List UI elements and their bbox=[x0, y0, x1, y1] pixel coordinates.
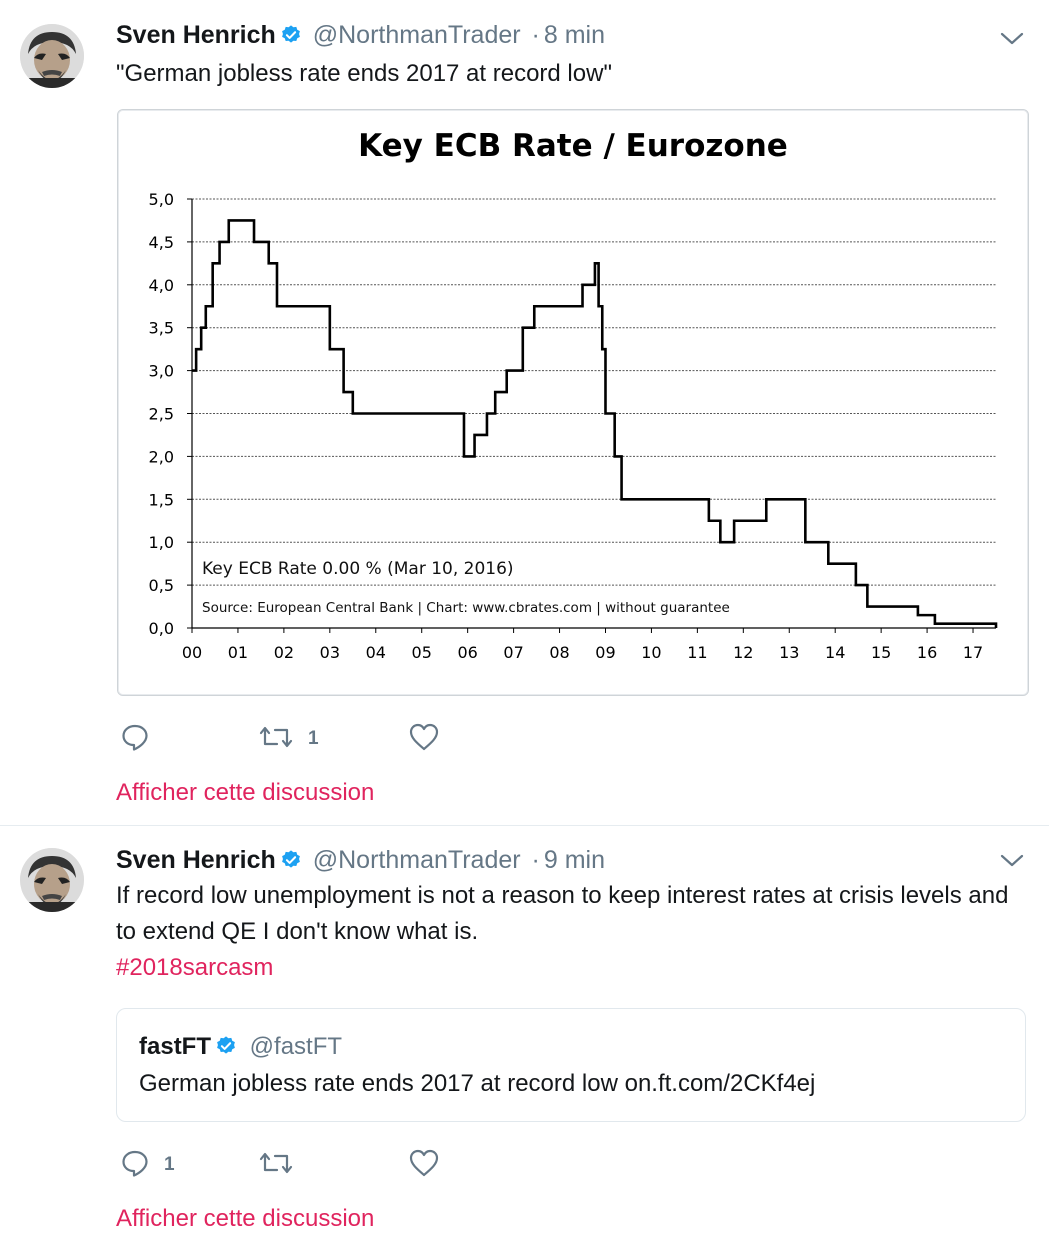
chevron-down-icon[interactable] bbox=[999, 30, 1025, 48]
chart-image[interactable]: Key ECB Rate / Eurozone 0,0 0,5 1,0 1,5 2,0 2… bbox=[117, 109, 1029, 696]
tweet-2[interactable]: Sven Henrich @NorthmanTrader · 9 min If r… bbox=[0, 826, 1049, 1247]
hashtag-link[interactable]: #2018sarcasm bbox=[116, 950, 1016, 986]
like-button[interactable] bbox=[408, 722, 454, 756]
y-axis-ticks: 0,0 0,5 1,0 1,5 2,0 2,5 3,0 3,5 4,0 4,5 5,0 bbox=[149, 190, 192, 638]
separator: · bbox=[531, 21, 540, 49]
tweet-body: If record low unemployment is not a reas… bbox=[116, 882, 1009, 945]
show-thread-link[interactable]: Afficher cette discussion bbox=[116, 1204, 374, 1234]
avatar[interactable] bbox=[20, 848, 84, 912]
retweet-count: 1 bbox=[308, 728, 319, 749]
chevron-down-icon[interactable] bbox=[999, 852, 1025, 870]
quoted-text: German jobless rate ends 2017 at record … bbox=[139, 1070, 816, 1097]
x-tick-label: 00 bbox=[182, 643, 202, 662]
author-name[interactable]: Sven Henrich bbox=[116, 21, 276, 49]
quoted-author-handle: @fastFT bbox=[249, 1033, 343, 1060]
tweet-text: "German jobless rate ends 2017 at record… bbox=[116, 60, 612, 87]
x-tick-label: 07 bbox=[503, 643, 523, 662]
x-tick-label: 11 bbox=[687, 643, 707, 662]
timestamp[interactable]: 9 min bbox=[544, 846, 605, 874]
tweet-1[interactable]: Sven Henrich @NorthmanTrader · 8 min "Ger… bbox=[0, 0, 1049, 826]
author-handle[interactable]: @NorthmanTrader bbox=[313, 21, 521, 49]
x-tick-label: 12 bbox=[733, 643, 753, 662]
verified-badge-icon bbox=[280, 848, 302, 878]
verified-badge-icon bbox=[280, 23, 302, 53]
tweet-header: Sven Henrich @NorthmanTrader · 9 min bbox=[116, 845, 605, 878]
x-tick-label: 03 bbox=[320, 643, 340, 662]
separator: · bbox=[531, 846, 540, 874]
quoted-author-name: fastFT bbox=[139, 1033, 211, 1060]
x-tick-label: 17 bbox=[963, 643, 983, 662]
x-tick-label: 16 bbox=[917, 643, 937, 662]
tweet-text: If record low unemployment is not a reas… bbox=[116, 878, 1016, 986]
y-tick-label: 3,5 bbox=[149, 319, 174, 338]
x-tick-label: 02 bbox=[274, 643, 294, 662]
x-tick-label: 09 bbox=[595, 643, 615, 662]
like-icon bbox=[408, 722, 440, 757]
retweet-icon bbox=[258, 1148, 294, 1183]
y-tick-label: 4,5 bbox=[149, 233, 174, 252]
reply-icon bbox=[120, 1148, 150, 1183]
y-tick-label: 4,0 bbox=[149, 276, 174, 295]
author-handle[interactable]: @NorthmanTrader bbox=[313, 846, 521, 874]
y-tick-label: 0,5 bbox=[149, 576, 174, 595]
tweet-actions: 1 bbox=[116, 1148, 516, 1182]
y-tick-label: 5,0 bbox=[149, 190, 174, 209]
chart-annotation: Key ECB Rate 0.00 % (Mar 10, 2016) bbox=[202, 559, 514, 579]
tweet-actions: 1 bbox=[116, 722, 516, 756]
y-tick-label: 2,0 bbox=[149, 447, 174, 466]
x-tick-label: 01 bbox=[228, 643, 248, 662]
y-tick-label: 1,5 bbox=[149, 490, 174, 509]
timestamp[interactable]: 8 min bbox=[544, 21, 605, 49]
like-icon bbox=[408, 1148, 440, 1183]
quoted-tweet[interactable]: fastFT @fastFT German jobless rate ends … bbox=[116, 1008, 1026, 1122]
x-tick-label: 08 bbox=[549, 643, 569, 662]
verified-badge-icon bbox=[215, 1035, 237, 1064]
reply-icon bbox=[120, 722, 150, 757]
reply-button[interactable] bbox=[120, 722, 164, 756]
retweet-icon bbox=[258, 722, 294, 757]
x-tick-label: 05 bbox=[412, 643, 432, 662]
x-tick-label: 13 bbox=[779, 643, 799, 662]
y-tick-label: 0,0 bbox=[149, 619, 174, 638]
y-tick-label: 2,5 bbox=[149, 405, 174, 424]
y-tick-label: 3,0 bbox=[149, 362, 174, 381]
ecb-rate-chart: Key ECB Rate / Eurozone 0,0 0,5 1,0 1,5 2,0 2… bbox=[149, 128, 998, 662]
reply-count: 1 bbox=[164, 1154, 175, 1175]
chart-title: Key ECB Rate / Eurozone bbox=[358, 128, 788, 164]
quoted-header: fastFT @fastFT bbox=[139, 1033, 342, 1064]
x-tick-label: 15 bbox=[871, 643, 891, 662]
like-button[interactable] bbox=[408, 1148, 454, 1182]
retweet-button[interactable]: 1 bbox=[258, 722, 319, 756]
reply-button[interactable]: 1 bbox=[120, 1148, 175, 1182]
retweet-button[interactable] bbox=[258, 1148, 308, 1182]
avatar[interactable] bbox=[20, 24, 84, 88]
show-thread-link[interactable]: Afficher cette discussion bbox=[116, 778, 374, 808]
x-tick-label: 10 bbox=[641, 643, 661, 662]
x-tick-label: 06 bbox=[457, 643, 477, 662]
tweet-header: Sven Henrich @NorthmanTrader · 8 min bbox=[116, 20, 605, 53]
x-tick-label: 04 bbox=[366, 643, 386, 662]
x-axis-ticks: 00 01 02 03 04 05 06 07 08 09 10 11 12 13 14 15 16 17 bbox=[182, 628, 983, 662]
x-tick-label: 14 bbox=[825, 643, 845, 662]
y-tick-label: 1,0 bbox=[149, 533, 174, 552]
chart-source: Source: European Central Bank | Chart: w… bbox=[202, 600, 730, 616]
author-name[interactable]: Sven Henrich bbox=[116, 846, 276, 874]
